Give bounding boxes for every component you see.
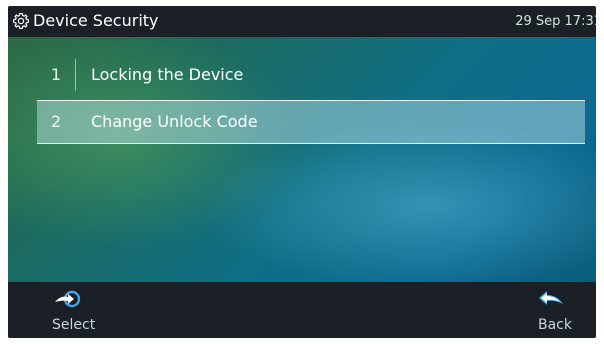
gear-icon	[12, 12, 30, 30]
page-title: Device Security	[33, 11, 159, 30]
softkey-bar: Select Back	[8, 282, 596, 338]
phone-screen: Device Security 29 Sep 17:31 1 Locking t…	[8, 6, 596, 338]
menu-item-number: 2	[50, 112, 62, 131]
menu-item-change-unlock-code[interactable]: 2 Change Unlock Code	[37, 100, 585, 144]
title-bar: Device Security 29 Sep 17:31	[8, 6, 596, 37]
menu-item-label: Change Unlock Code	[91, 112, 258, 131]
select-arrow-icon	[53, 288, 81, 310]
menu-list: 1 Locking the Device 2 Change Unlock Cod…	[37, 54, 585, 144]
back-softkey[interactable]: Back	[518, 282, 588, 338]
menu-item-divider	[75, 59, 76, 91]
menu-item-label: Locking the Device	[91, 65, 244, 84]
menu-item-locking-the-device[interactable]: 1 Locking the Device	[37, 54, 585, 96]
back-arrow-icon	[537, 288, 565, 310]
date-time: 29 Sep 17:31	[515, 14, 596, 29]
menu-item-number: 1	[50, 65, 62, 84]
select-softkey[interactable]: Select	[38, 282, 118, 338]
select-softkey-label: Select	[52, 317, 96, 333]
back-softkey-label: Back	[538, 317, 572, 333]
